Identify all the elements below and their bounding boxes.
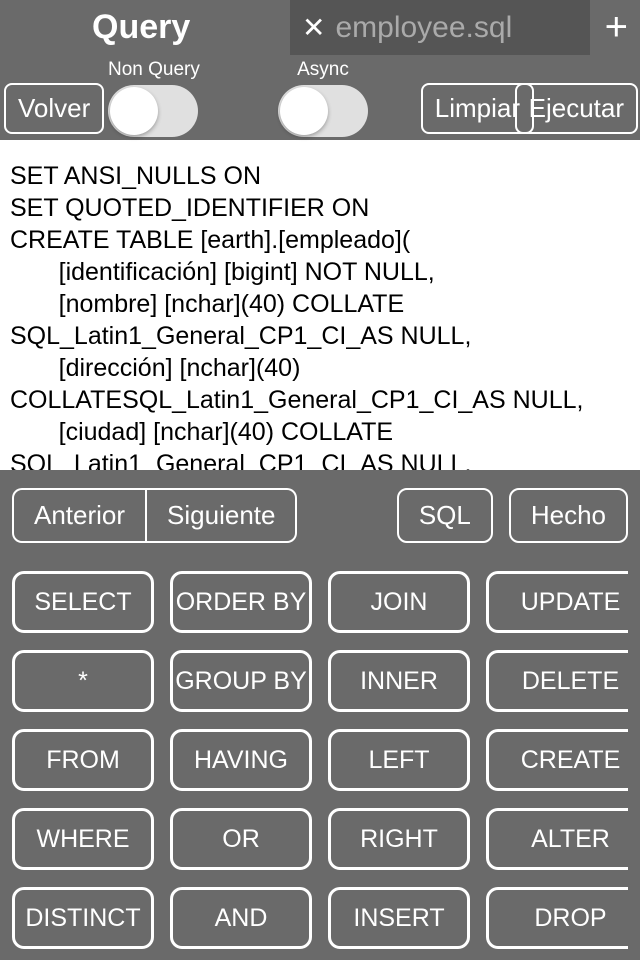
sql-key-order-by[interactable]: ORDER BY: [170, 571, 312, 633]
sql-key-distinct[interactable]: DISTINCT: [12, 887, 154, 949]
nonquery-label: Non Query: [108, 59, 200, 81]
sql-key-and[interactable]: AND: [170, 887, 312, 949]
async-toggle[interactable]: [278, 85, 368, 137]
sql-key-right[interactable]: RIGHT: [328, 808, 470, 870]
sql-key-create[interactable]: CREATE: [486, 729, 628, 791]
sql-key-select[interactable]: SELECT: [12, 571, 154, 633]
back-button[interactable]: Volver: [4, 83, 104, 134]
sql-key-from[interactable]: FROM: [12, 729, 154, 791]
prev-button[interactable]: Anterior: [12, 488, 146, 543]
next-button[interactable]: Siguiente: [146, 488, 297, 543]
sql-mode-button[interactable]: SQL: [397, 488, 493, 543]
sql-key-delete[interactable]: DELETE: [486, 650, 628, 712]
sql-key-where[interactable]: WHERE: [12, 808, 154, 870]
sql-key-alter[interactable]: ALTER: [486, 808, 628, 870]
close-icon[interactable]: ✕: [302, 11, 325, 44]
nonquery-toggle[interactable]: [108, 85, 198, 137]
sql-key-inner[interactable]: INNER: [328, 650, 470, 712]
sql-key-drop[interactable]: DROP: [486, 887, 628, 949]
sql-key-having[interactable]: HAVING: [170, 729, 312, 791]
add-tab-icon[interactable]: +: [605, 5, 628, 50]
execute-button[interactable]: Ejecutar: [515, 83, 638, 134]
tab-filename: employee.sql: [335, 11, 512, 45]
sql-keyboard: Anterior Siguiente SQL Hecho SELECT ORDER…: [0, 470, 640, 960]
file-tab[interactable]: ✕ employee.sql: [290, 0, 590, 55]
sql-key-or[interactable]: OR: [170, 808, 312, 870]
page-title: Query: [92, 8, 190, 47]
done-button[interactable]: Hecho: [509, 488, 628, 543]
sql-key-insert[interactable]: INSERT: [328, 887, 470, 949]
sql-key-group-by[interactable]: GROUP BY: [170, 650, 312, 712]
sql-key-update[interactable]: UPDATE: [486, 571, 628, 633]
sql-key-left[interactable]: LEFT: [328, 729, 470, 791]
sql-editor[interactable]: SET ANSI_NULLS ON SET QUOTED_IDENTIFIER …: [0, 140, 640, 470]
sql-key-join[interactable]: JOIN: [328, 571, 470, 633]
sql-key--[interactable]: *: [12, 650, 154, 712]
async-label: Async: [278, 59, 368, 81]
